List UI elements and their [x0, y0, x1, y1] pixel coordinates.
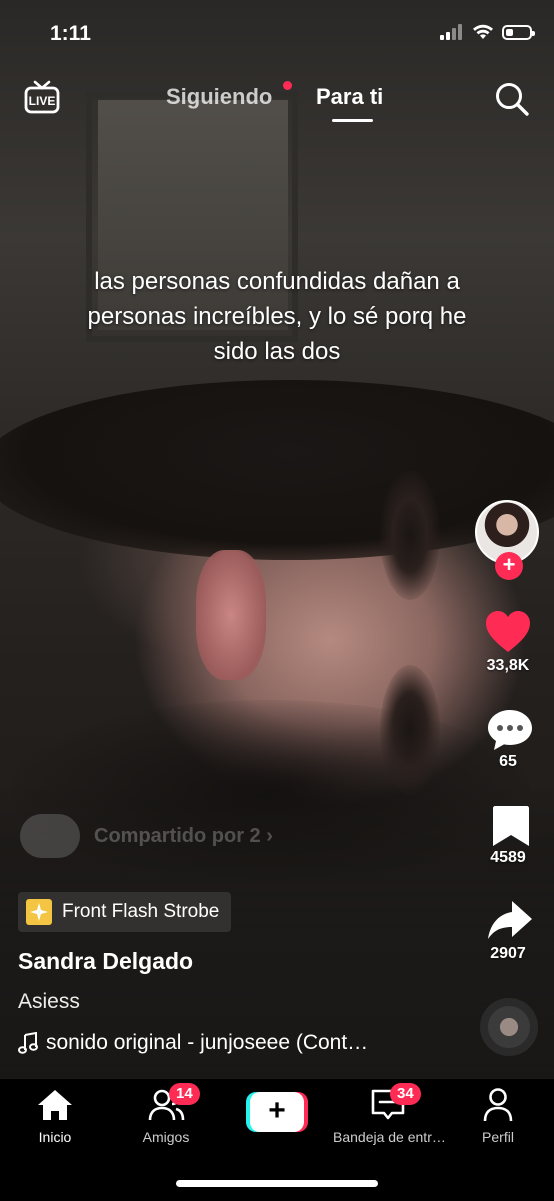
- video-subject-eye: [380, 665, 440, 795]
- effect-chip[interactable]: Front Flash Strobe: [18, 892, 232, 932]
- video-caption-text: las personas confundidas dañan a persona…: [87, 268, 467, 365]
- bookmark-icon[interactable]: [487, 804, 535, 848]
- cellular-signal-icon: [440, 24, 462, 40]
- shared-by-row[interactable]: Compartido por 2 ›: [20, 814, 273, 858]
- comment-count: 65: [499, 753, 517, 770]
- nav-label-friends: Amigos: [142, 1129, 190, 1145]
- tab-following[interactable]: Siguiendo: [166, 84, 272, 110]
- like-count: 33,8K: [486, 657, 530, 674]
- wifi-icon: [473, 24, 493, 39]
- nav-label-profile: Perfil: [482, 1129, 514, 1145]
- video-subject-lips: [196, 550, 266, 680]
- effect-label: Front Flash Strobe: [62, 901, 220, 922]
- nav-item-home[interactable]: Inicio: [0, 1087, 110, 1145]
- live-icon[interactable]: LIVE: [24, 80, 60, 114]
- music-disc-icon[interactable]: [480, 998, 538, 1056]
- tab-for-you[interactable]: Para ti: [316, 84, 383, 110]
- home-indicator: [176, 1180, 378, 1187]
- nav-label-inbox: Bandeja de entr…: [333, 1129, 446, 1145]
- share-count: 2907: [490, 945, 526, 962]
- friends-badge: 14: [169, 1083, 200, 1105]
- video-subject-eye: [380, 470, 440, 600]
- search-icon[interactable]: [494, 81, 530, 117]
- nav-label-home: Inicio: [38, 1129, 72, 1145]
- follow-button[interactable]: +: [495, 552, 523, 580]
- nav-item-profile[interactable]: Perfil: [443, 1087, 553, 1145]
- plus-icon: +: [250, 1092, 304, 1132]
- sound-label: sonido original - junjoseee (Cont…: [46, 1031, 369, 1054]
- creator-username[interactable]: Sandra Delgado: [18, 948, 193, 975]
- music-note-icon: [18, 1032, 38, 1054]
- like-heart-icon[interactable]: [484, 610, 532, 654]
- sparkle-effect-icon: [26, 899, 52, 925]
- nav-item-friends[interactable]: Amigos: [111, 1087, 221, 1145]
- live-label: LIVE: [29, 94, 56, 108]
- profile-icon: [483, 1088, 513, 1122]
- sound-row[interactable]: sonido original - junjoseee (Cont…: [18, 1031, 368, 1055]
- nav-item-inbox[interactable]: Bandeja de entr…: [333, 1087, 446, 1145]
- comment-icon[interactable]: [486, 708, 534, 752]
- status-time: 1:11: [50, 22, 91, 45]
- status-icons: [440, 24, 535, 40]
- home-icon: [38, 1090, 72, 1120]
- video-subject-hair: [0, 380, 554, 560]
- share-arrow-icon[interactable]: [486, 899, 534, 943]
- save-count: 4589: [490, 849, 526, 866]
- inbox-badge: 34: [390, 1083, 421, 1105]
- active-tab-indicator: [332, 119, 373, 122]
- battery-icon: [502, 24, 535, 40]
- notification-dot: [283, 81, 292, 90]
- shared-by-label: Compartido por 2 ›: [94, 824, 273, 847]
- create-button[interactable]: +: [246, 1092, 308, 1132]
- video-description: Asiess: [18, 990, 80, 1013]
- shared-by-avatars: [20, 814, 80, 858]
